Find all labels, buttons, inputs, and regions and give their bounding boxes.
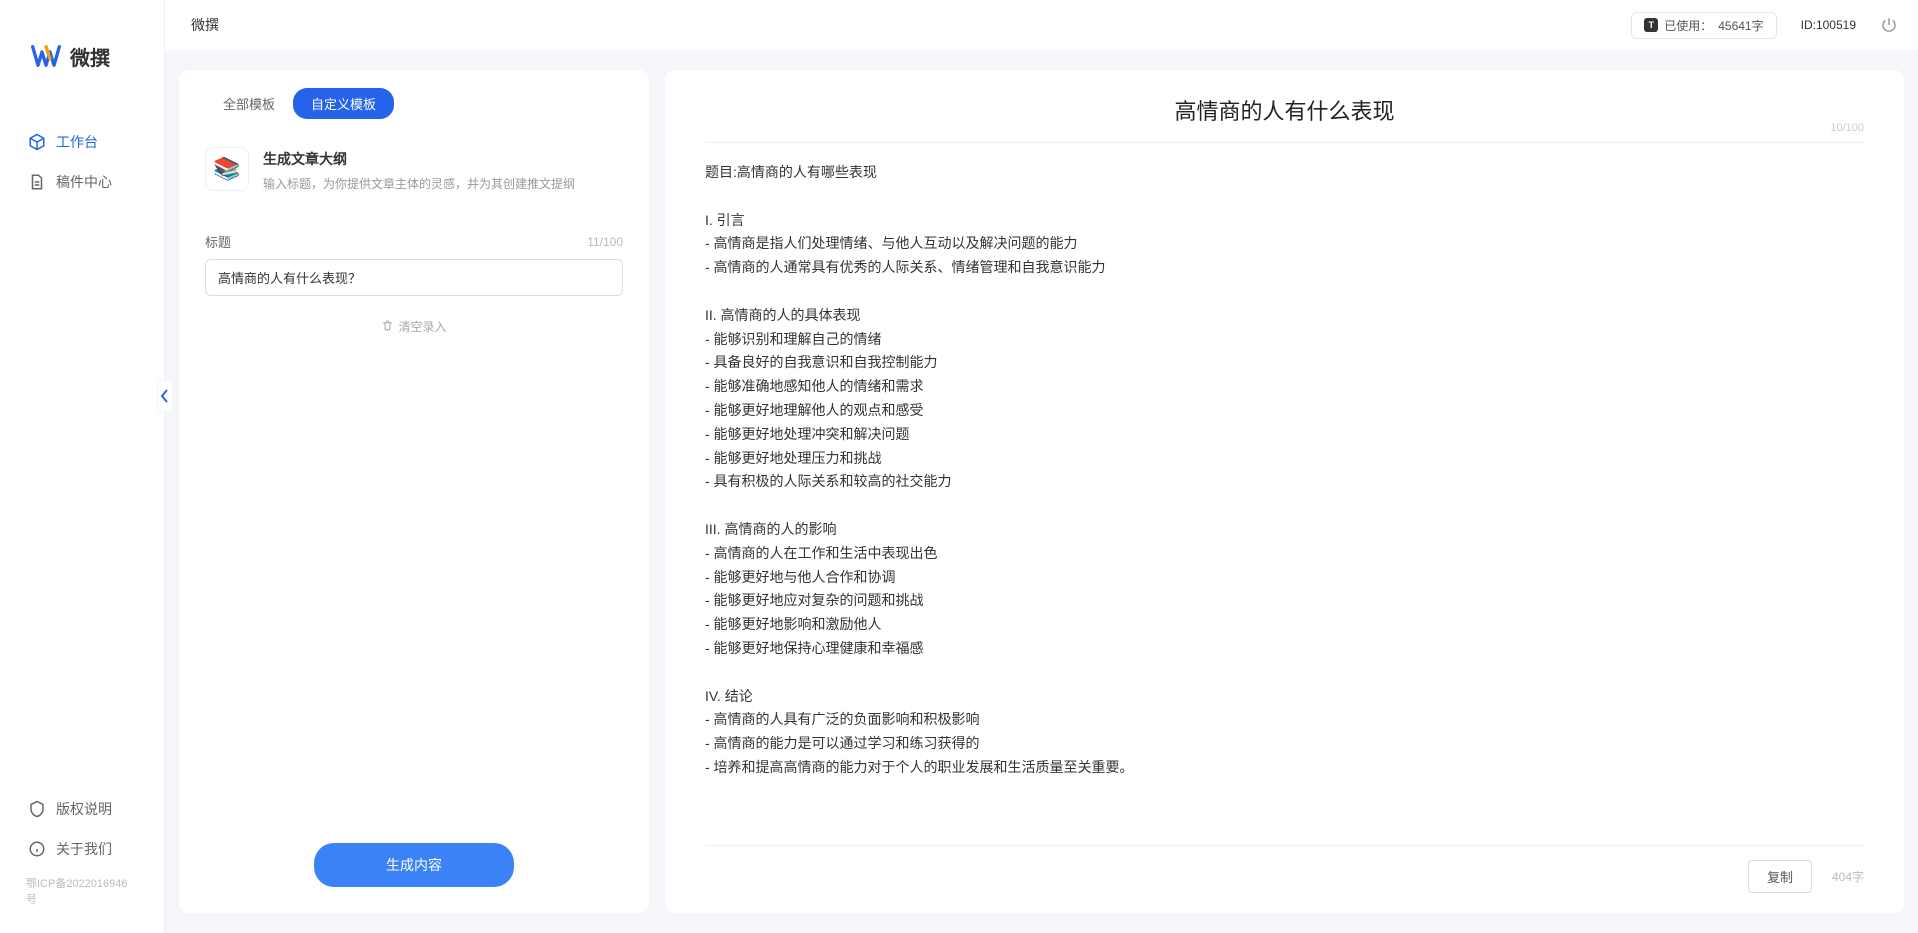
nav-item-label: 版权说明 xyxy=(56,799,112,819)
clear-label: 清空录入 xyxy=(398,318,446,335)
user-id: ID:100519 xyxy=(1801,18,1856,32)
cube-icon xyxy=(28,133,46,151)
sidebar-bottom: 版权说明 关于我们 鄂ICP备2022016946号 xyxy=(0,789,164,933)
template-info: 生成文章大纲 输入标题，为你提供文章主体的灵感，并为其创建推文提纲 xyxy=(263,147,575,192)
info-icon xyxy=(28,840,46,858)
output-body: 题目:高情商的人有哪些表现 I. 引言 - 高情商是指人们处理情绪、与他人互动以… xyxy=(705,143,1864,845)
title-input[interactable] xyxy=(205,259,623,296)
topbar: 微撰 T 已使用： 45641字 ID:100519 xyxy=(165,0,1918,50)
nav-item-workbench[interactable]: 工作台 xyxy=(0,122,164,162)
usage-label: 已使用： xyxy=(1664,17,1712,34)
clear-button[interactable]: 清空录入 xyxy=(205,318,623,335)
logo-icon xyxy=(30,40,62,72)
tab-all-templates[interactable]: 全部模板 xyxy=(205,88,293,119)
output-footer: 复制 404字 xyxy=(705,845,1864,893)
usage-value: 45641字 xyxy=(1718,17,1763,34)
usage-badge[interactable]: T 已使用： 45641字 xyxy=(1631,12,1776,39)
template-card: 📚 生成文章大纲 输入标题，为你提供文章主体的灵感，并为其创建推文提纲 xyxy=(205,147,623,192)
form-label-row: 标题 11/100 xyxy=(205,232,623,251)
title-form: 标题 11/100 xyxy=(205,232,623,296)
nav-item-label: 稿件中心 xyxy=(56,172,112,192)
form-label: 标题 xyxy=(205,232,231,251)
generate-button[interactable]: 生成内容 xyxy=(314,843,514,887)
tab-custom-templates[interactable]: 自定义模板 xyxy=(293,88,394,119)
left-panel: 全部模板 自定义模板 📚 生成文章大纲 输入标题，为你提供文章主体的灵感，并为其… xyxy=(179,70,649,913)
icp-text: 鄂ICP备2022016946号 xyxy=(0,869,164,913)
nav-item-label: 工作台 xyxy=(56,132,98,152)
logo-text: 微撰 xyxy=(70,42,110,71)
shield-icon xyxy=(28,800,46,818)
power-icon[interactable] xyxy=(1880,16,1898,34)
char-count: 11/100 xyxy=(587,235,623,249)
sidebar: 微撰 工作台 稿件中心 xyxy=(0,0,165,933)
books-icon: 📚 xyxy=(205,147,249,191)
output-header: 高情商的人有什么表现 10/100 xyxy=(705,94,1864,143)
output-title-count: 10/100 xyxy=(1830,122,1864,134)
main-content: 全部模板 自定义模板 📚 生成文章大纲 输入标题，为你提供文章主体的灵感，并为其… xyxy=(165,50,1918,933)
copy-button[interactable]: 复制 xyxy=(1748,860,1812,893)
sidebar-collapse-button[interactable] xyxy=(157,380,173,412)
template-tabs: 全部模板 自定义模板 xyxy=(205,88,623,119)
page-title: 微撰 xyxy=(185,15,219,35)
nav-item-drafts[interactable]: 稿件中心 xyxy=(0,162,164,202)
nav-main: 工作台 稿件中心 xyxy=(0,102,164,789)
right-panel: 高情商的人有什么表现 10/100 题目:高情商的人有哪些表现 I. 引言 - … xyxy=(665,70,1904,913)
template-desc: 输入标题，为你提供文章主体的灵感，并为其创建推文提纲 xyxy=(263,175,575,192)
nav-item-about[interactable]: 关于我们 xyxy=(0,829,164,869)
template-title: 生成文章大纲 xyxy=(263,149,575,169)
topbar-right: T 已使用： 45641字 ID:100519 xyxy=(1631,12,1898,39)
word-count: 404字 xyxy=(1832,868,1864,885)
text-icon: T xyxy=(1644,18,1658,32)
trash-icon xyxy=(381,319,394,335)
output-title: 高情商的人有什么表现 xyxy=(705,94,1864,126)
nav-item-copyright[interactable]: 版权说明 xyxy=(0,789,164,829)
nav-item-label: 关于我们 xyxy=(56,839,112,859)
logo[interactable]: 微撰 xyxy=(0,0,164,102)
document-icon xyxy=(28,173,46,191)
